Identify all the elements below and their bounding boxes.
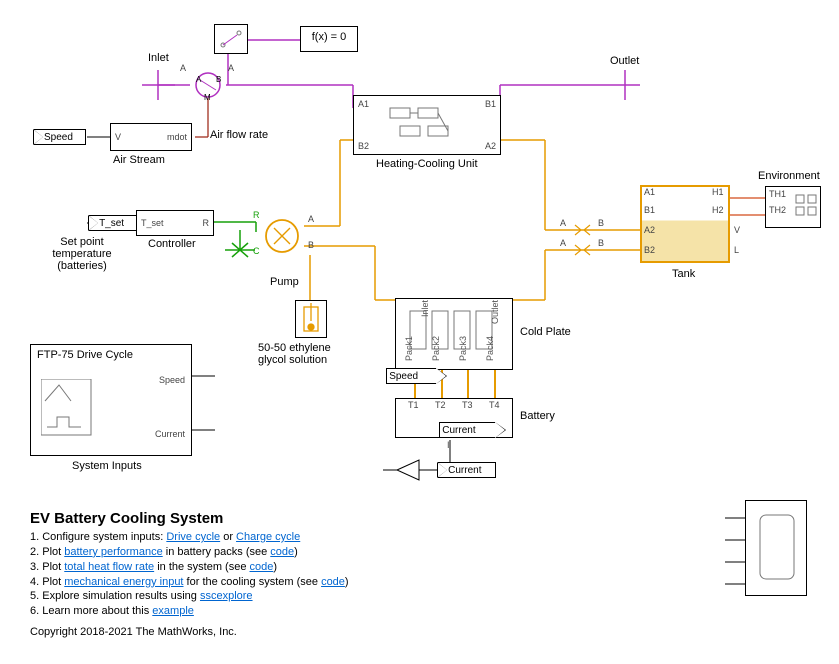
controller-caption: Controller <box>148 238 196 250</box>
speed-goto-tag[interactable]: Speed <box>386 368 436 384</box>
environment-block[interactable]: TH1 TH2 <box>765 186 821 228</box>
airstream-port-mdot: mdot <box>167 132 187 142</box>
speed-from-tag[interactable]: Speed <box>34 129 86 145</box>
si-port-speed: Speed <box>159 375 185 385</box>
inlet-label: Inlet <box>148 52 169 64</box>
scope-block[interactable] <box>745 500 807 596</box>
note-2[interactable]: 2. Plot battery performance in battery p… <box>30 545 460 560</box>
controller-block[interactable]: T_set R <box>136 210 214 236</box>
copyright: Copyright 2018-2021 The MathWorks, Inc. <box>30 626 237 638</box>
note-3[interactable]: 3. Plot total heat flow rate in the syst… <box>30 560 460 575</box>
pump-caption: Pump <box>270 276 299 288</box>
hc-caption: Heating-Cooling Unit <box>376 158 478 170</box>
system-inputs-block[interactable]: FTP-75 Drive Cycle Speed Current <box>30 344 192 456</box>
diagram-title: EV Battery Cooling System <box>30 510 223 527</box>
pump-block[interactable] <box>258 214 306 261</box>
airstream-caption: Air Stream <box>113 154 165 166</box>
note-6[interactable]: 6. Learn more about this example <box>30 604 460 619</box>
current-from-tag[interactable]: Current <box>438 462 496 478</box>
environment-label: Environment <box>758 170 820 182</box>
note-1[interactable]: 1. Configure system inputs: Drive cycle … <box>30 530 460 545</box>
svg-text:A: A <box>196 75 202 84</box>
link-drive-cycle: Drive cycle <box>166 531 220 543</box>
port-a-label-2: A <box>228 63 234 73</box>
current-goto-tag[interactable]: Current <box>439 422 495 438</box>
solver-config-block[interactable]: f(x) = 0 <box>300 26 358 52</box>
tank-caption: Tank <box>672 268 695 280</box>
system-inputs-caption: System Inputs <box>72 460 142 472</box>
notes-list: 1. Configure system inputs: Drive cycle … <box>30 530 460 619</box>
port-a-label: A <box>180 63 186 73</box>
coldplate-caption: Cold Plate <box>520 326 571 338</box>
air-stream-block[interactable]: V mdot <box>110 123 192 151</box>
system-inputs-title: FTP-75 Drive Cycle <box>37 349 133 361</box>
svg-text:B: B <box>216 75 221 84</box>
manual-switch-block[interactable] <box>214 24 248 54</box>
setpoint-label: Set point temperature (batteries) <box>42 236 122 272</box>
battery-caption: Battery <box>520 410 555 422</box>
airflow-label: Air flow rate <box>210 129 268 141</box>
note-5[interactable]: 5. Explore simulation results using ssce… <box>30 589 460 604</box>
heating-cooling-block[interactable]: A1 B1 B2 A2 <box>353 95 501 155</box>
outlet-label: Outlet <box>610 55 639 67</box>
note-4[interactable]: 4. Plot mechanical energy input for the … <box>30 575 460 590</box>
ps-converter-icon[interactable] <box>395 458 423 482</box>
svg-text:M: M <box>204 93 211 102</box>
solver-label: f(x) = 0 <box>312 31 347 43</box>
fan-block[interactable]: A BM <box>190 72 226 105</box>
link-charge-cycle: Charge cycle <box>236 531 300 543</box>
fluid-note: 50-50 ethylene glycol solution <box>258 342 368 366</box>
si-port-current: Current <box>155 429 185 439</box>
airstream-port-v: V <box>115 132 121 142</box>
fluid-props-block[interactable] <box>295 300 327 338</box>
tset-from-tag[interactable]: T_set <box>89 215 141 231</box>
